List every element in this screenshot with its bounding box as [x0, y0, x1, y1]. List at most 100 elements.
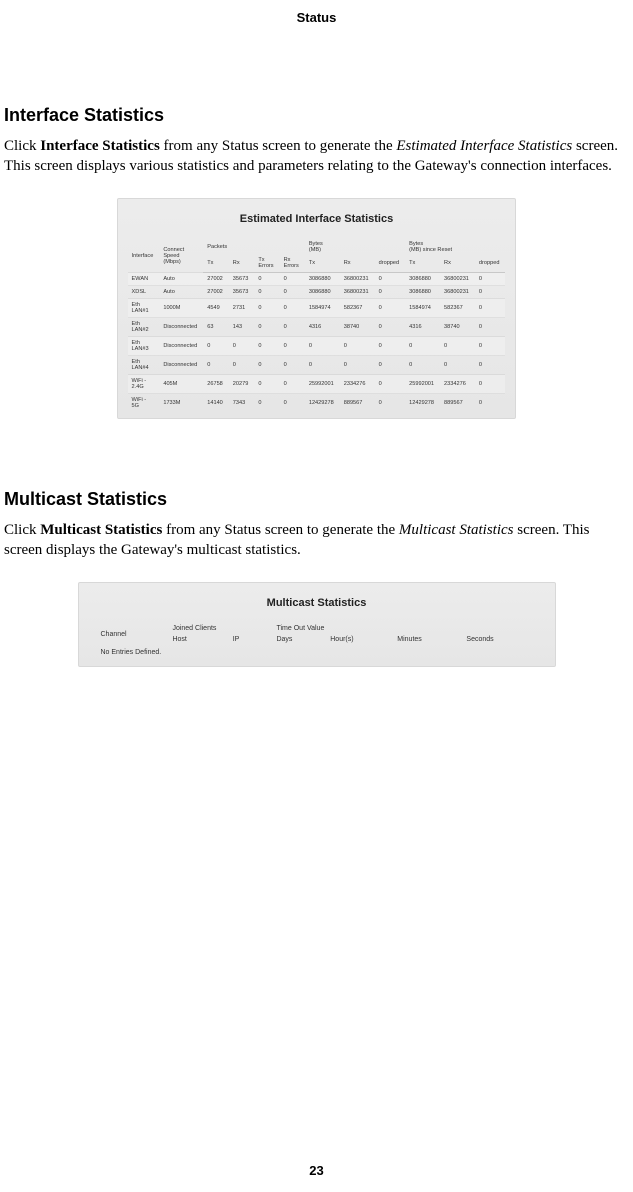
cell-value: 0	[280, 394, 305, 413]
cell-value: 36800231	[340, 273, 375, 286]
interface-statistics-paragraph: Click Interface Statistics from any Stat…	[4, 136, 629, 176]
cell-value: 0	[375, 375, 406, 394]
cell-value: 0	[229, 337, 255, 356]
cell-value: 0	[475, 337, 506, 356]
table-row: XDSLAuto27002356730030868803680023103086…	[128, 286, 506, 299]
table-row: WiFi - 5G1733M14140734300124292788895670…	[128, 394, 506, 413]
col-channel: Channel	[97, 623, 169, 645]
cell-value: 4316	[405, 318, 440, 337]
cell-value: 0	[375, 337, 406, 356]
cell-value: 0	[280, 318, 305, 337]
panel-title: Estimated Interface Statistics	[128, 213, 506, 225]
col-subheader: Minutes	[393, 634, 462, 645]
col-subheader: dropped	[475, 255, 506, 273]
cell-value: 0	[475, 318, 506, 337]
page-header: Status	[0, 0, 633, 25]
col-group-bytes-reset: Bytes (MB) since Reset	[405, 239, 505, 255]
cell-speed: Disconnected	[159, 318, 203, 337]
cell-value: 582367	[340, 299, 375, 318]
cell-value: 1584974	[405, 299, 440, 318]
cell-value: 0	[280, 286, 305, 299]
cell-interface: EWAN	[128, 273, 160, 286]
cell-value: 25992001	[305, 375, 340, 394]
cell-value: 0	[375, 394, 406, 413]
cell-value: 1584974	[305, 299, 340, 318]
text: Click	[4, 138, 40, 154]
cell-value: 3086880	[405, 286, 440, 299]
table-row: WiFi - 2.4G405M2675820279002599200123342…	[128, 375, 506, 394]
cell-value: 4549	[203, 299, 229, 318]
bold-text: Interface Statistics	[40, 138, 160, 154]
col-group-packets: Packets	[203, 239, 305, 255]
cell-value: 7343	[229, 394, 255, 413]
cell-value: 0	[254, 273, 279, 286]
cell-interface: Eth LAN#4	[128, 356, 160, 375]
cell-value: 582367	[440, 299, 475, 318]
figure-multicast-statistics: Multicast Statistics Channel Joined Clie…	[4, 582, 629, 667]
cell-speed: Disconnected	[159, 337, 203, 356]
cell-value: 0	[254, 318, 279, 337]
cell-value: 0	[254, 337, 279, 356]
section-heading-multicast-statistics: Multicast Statistics	[4, 489, 629, 510]
cell-value: 0	[440, 356, 475, 375]
multicast-statistics-paragraph: Click Multicast Statistics from any Stat…	[4, 520, 629, 560]
cell-value: 0	[254, 375, 279, 394]
cell-value: 0	[254, 286, 279, 299]
cell-value: 0	[405, 356, 440, 375]
cell-value: 36800231	[440, 273, 475, 286]
cell-value: 0	[340, 356, 375, 375]
cell-value: 0	[254, 394, 279, 413]
cell-value: 0	[475, 394, 506, 413]
cell-value: 0	[280, 356, 305, 375]
cell-value: 3086880	[305, 286, 340, 299]
text: Click	[4, 522, 40, 538]
cell-value: 0	[375, 356, 406, 375]
cell-interface: WiFi - 2.4G	[128, 375, 160, 394]
cell-value: 0	[280, 375, 305, 394]
cell-value: 0	[203, 356, 229, 375]
multicast-statistics-panel: Multicast Statistics Channel Joined Clie…	[78, 582, 556, 667]
col-subheader: Days	[272, 634, 326, 645]
interface-statistics-panel: Estimated Interface Statistics Interface…	[117, 198, 517, 419]
col-subheader: IP	[229, 634, 273, 645]
text: from any Status screen to generate the	[160, 138, 397, 154]
col-subheader: Seconds	[462, 634, 536, 645]
cell-value: 36800231	[340, 286, 375, 299]
cell-value: 35673	[229, 286, 255, 299]
col-subheader: Rx	[440, 255, 475, 273]
cell-value: 0	[375, 273, 406, 286]
col-subheader: Host	[168, 634, 228, 645]
col-subheader: Tx	[405, 255, 440, 273]
cell-value: 26758	[203, 375, 229, 394]
table-row: Eth LAN#11000M45492731001584974582367015…	[128, 299, 506, 318]
cell-interface: Eth LAN#1	[128, 299, 160, 318]
cell-interface: Eth LAN#3	[128, 337, 160, 356]
cell-value: 2731	[229, 299, 255, 318]
italic-text: Estimated Interface Statistics	[396, 138, 572, 154]
interface-statistics-table: Interface Connect Speed (Mbps) Packets B…	[128, 239, 506, 412]
cell-value: 0	[340, 337, 375, 356]
table-row: Eth LAN#3Disconnected0000000000	[128, 337, 506, 356]
cell-interface: XDSL	[128, 286, 160, 299]
col-subheader: Rx Errors	[280, 255, 305, 273]
cell-value: 0	[280, 299, 305, 318]
cell-speed: 405M	[159, 375, 203, 394]
cell-value: 0	[375, 318, 406, 337]
col-subheader: Tx	[305, 255, 340, 273]
table-row: Eth LAN#4Disconnected0000000000	[128, 356, 506, 375]
cell-value: 0	[475, 375, 506, 394]
cell-value: 0	[375, 286, 406, 299]
cell-speed: Auto	[159, 286, 203, 299]
cell-value: 889567	[340, 394, 375, 413]
cell-value: 0	[405, 337, 440, 356]
cell-value: 0	[203, 337, 229, 356]
panel-title: Multicast Statistics	[97, 597, 537, 609]
cell-value: 889567	[440, 394, 475, 413]
cell-value: 63	[203, 318, 229, 337]
cell-speed: 1733M	[159, 394, 203, 413]
col-group-bytes: Bytes (MB)	[305, 239, 405, 255]
cell-value: 38740	[440, 318, 475, 337]
cell-interface: Eth LAN#2	[128, 318, 160, 337]
table-row: EWANAuto27002356730030868803680023103086…	[128, 273, 506, 286]
cell-value: 0	[305, 356, 340, 375]
